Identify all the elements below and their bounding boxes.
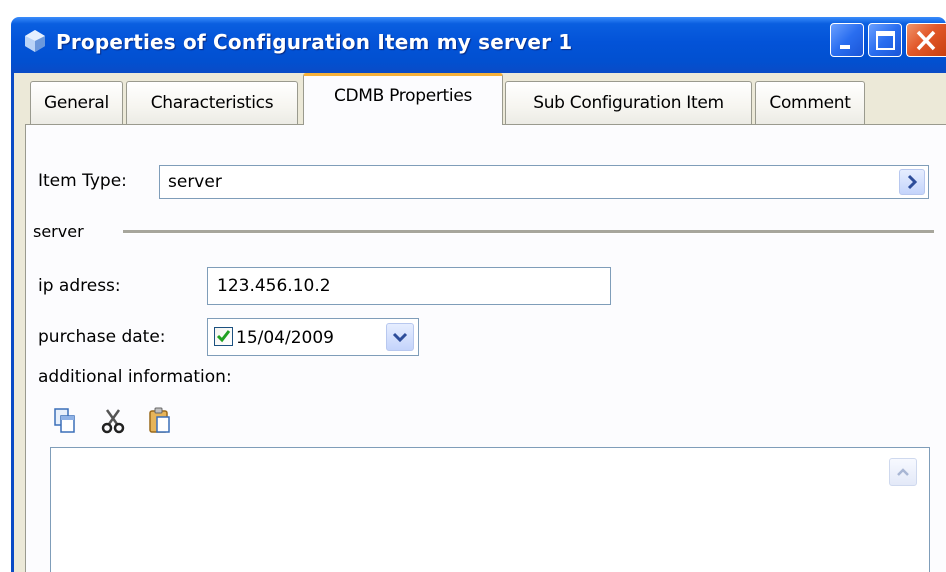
purchase-date-checkbox[interactable] <box>214 327 233 346</box>
additional-information-textarea[interactable] <box>50 447 930 572</box>
chevron-down-icon <box>392 332 408 343</box>
chevron-up-icon <box>897 468 909 476</box>
window-frame <box>11 73 14 572</box>
chevron-right-icon <box>907 174 918 190</box>
ip-address-label: ip adress: <box>38 276 121 296</box>
checkmark-icon <box>216 330 231 343</box>
item-type-value: server <box>168 172 222 192</box>
cut-icon[interactable] <box>100 406 126 436</box>
tab-cdmb-properties[interactable]: CDMB Properties <box>303 73 503 125</box>
purchase-date-value: 15/04/2009 <box>236 328 334 348</box>
gem-icon <box>25 30 45 52</box>
item-type-field[interactable]: server <box>159 165 929 199</box>
properties-window: Properties of Configuration Item my serv… <box>11 17 946 572</box>
group-title: server <box>33 222 84 241</box>
close-icon <box>916 30 936 51</box>
purchase-date-dropdown-button[interactable] <box>386 323 414 351</box>
paste-icon[interactable] <box>147 406 173 436</box>
ip-address-input[interactable]: 123.456.10.2 <box>207 267 611 305</box>
maximize-button[interactable] <box>868 23 902 57</box>
scroll-up-button[interactable] <box>889 458 917 486</box>
ip-address-value: 123.456.10.2 <box>217 276 331 296</box>
purchase-date-picker[interactable]: 15/04/2009 <box>207 318 419 356</box>
close-button[interactable] <box>906 23 946 57</box>
item-type-select-button[interactable] <box>899 169 925 195</box>
copy-icon[interactable] <box>52 406 78 436</box>
tab-general[interactable]: General <box>30 81 123 124</box>
tab-comment[interactable]: Comment <box>755 81 865 124</box>
tab-sub-configuration-item[interactable]: Sub Configuration Item <box>505 81 752 124</box>
minimize-icon <box>840 45 850 49</box>
tab-characteristics[interactable]: Characteristics <box>126 81 298 124</box>
maximize-icon <box>876 31 895 50</box>
item-type-label: Item Type: <box>38 171 127 191</box>
purchase-date-label: purchase date: <box>38 327 166 347</box>
additional-information-label: additional information: <box>38 367 232 387</box>
window-title: Properties of Configuration Item my serv… <box>56 30 573 54</box>
title-bar[interactable]: Properties of Configuration Item my serv… <box>11 17 946 73</box>
group-divider <box>123 230 934 234</box>
minimize-button[interactable] <box>830 23 864 57</box>
